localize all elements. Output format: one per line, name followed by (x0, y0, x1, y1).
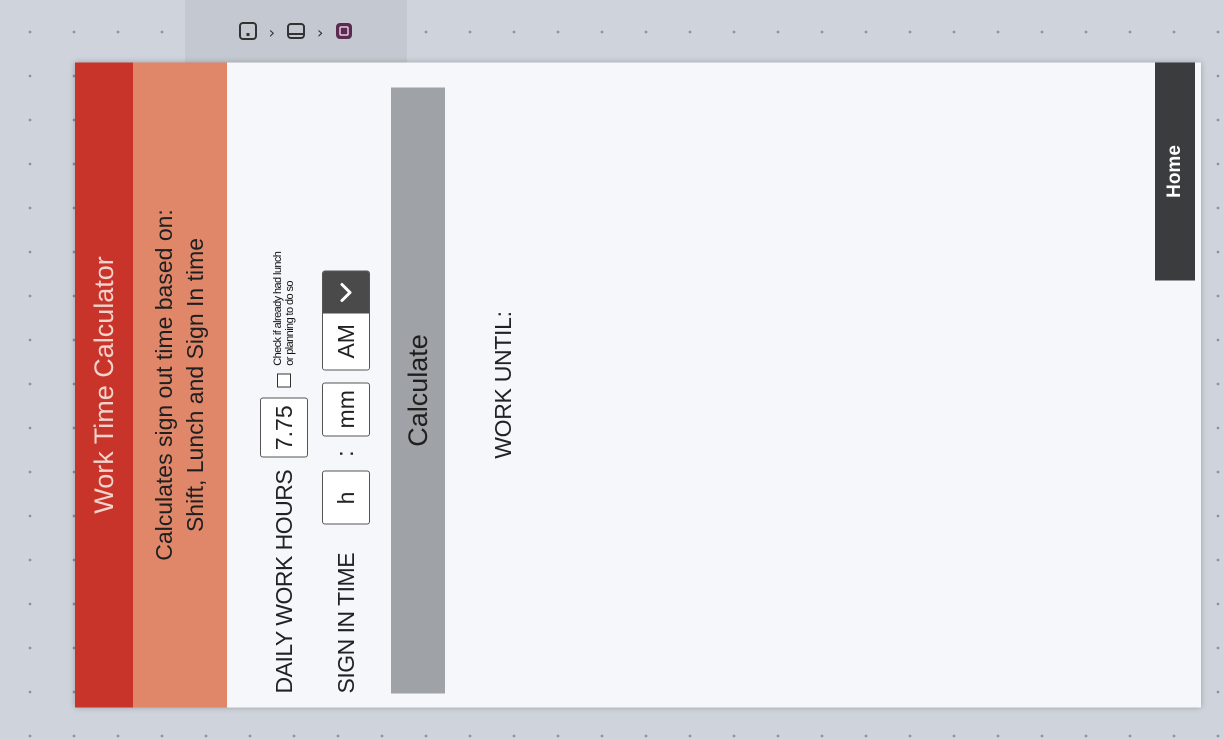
daily-hours-input[interactable]: 7.75 (260, 397, 308, 458)
time-colon: : (332, 449, 359, 457)
minute-input[interactable]: mm (322, 381, 370, 436)
chevron-right-icon: › (268, 23, 275, 42)
calculate-button[interactable]: Calculate (391, 87, 445, 693)
form-area: DAILY WORK HOURS 7.75 Check if already h… (227, 62, 517, 707)
ampm-select[interactable]: AM (322, 269, 370, 370)
lunch-checkbox-group: Check if already had lunch or planning t… (272, 247, 296, 388)
subtitle-line-2: Shift, Lunch and Sign In time (182, 237, 208, 532)
app-title: Work Time Calculator (75, 62, 133, 707)
chevron-right-icon: › (317, 23, 324, 42)
frame-icon[interactable] (285, 20, 307, 46)
subtitle-line-1: Calculates sign out time based on: (151, 208, 177, 561)
page-icon[interactable] (237, 20, 259, 46)
ampm-value: AM (323, 312, 369, 369)
app-icon[interactable] (333, 20, 355, 46)
app-subtitle: Calculates sign out time based on: Shift… (133, 62, 227, 707)
chevron-down-icon[interactable] (323, 270, 369, 313)
work-until-label: WORK UNTIL: (490, 310, 516, 459)
sign-in-label: SIGN IN TIME (332, 552, 359, 693)
app-screen: Work Time Calculator Calculates sign out… (75, 62, 1201, 707)
daily-hours-label: DAILY WORK HOURS (270, 469, 297, 693)
editor-toolbar: › › (185, 0, 407, 66)
lunch-checkbox-note: Check if already had lunch or planning t… (272, 251, 296, 366)
hour-input[interactable]: h (322, 470, 370, 525)
lunch-checkbox[interactable] (277, 373, 291, 388)
canvas-stage: Work Time Calculator Calculates sign out… (75, 62, 1201, 707)
sign-in-row: SIGN IN TIME h : mm AM (319, 76, 373, 693)
home-button[interactable]: Home (1155, 62, 1195, 280)
daily-hours-row: DAILY WORK HOURS 7.75 Check if already h… (257, 76, 311, 693)
